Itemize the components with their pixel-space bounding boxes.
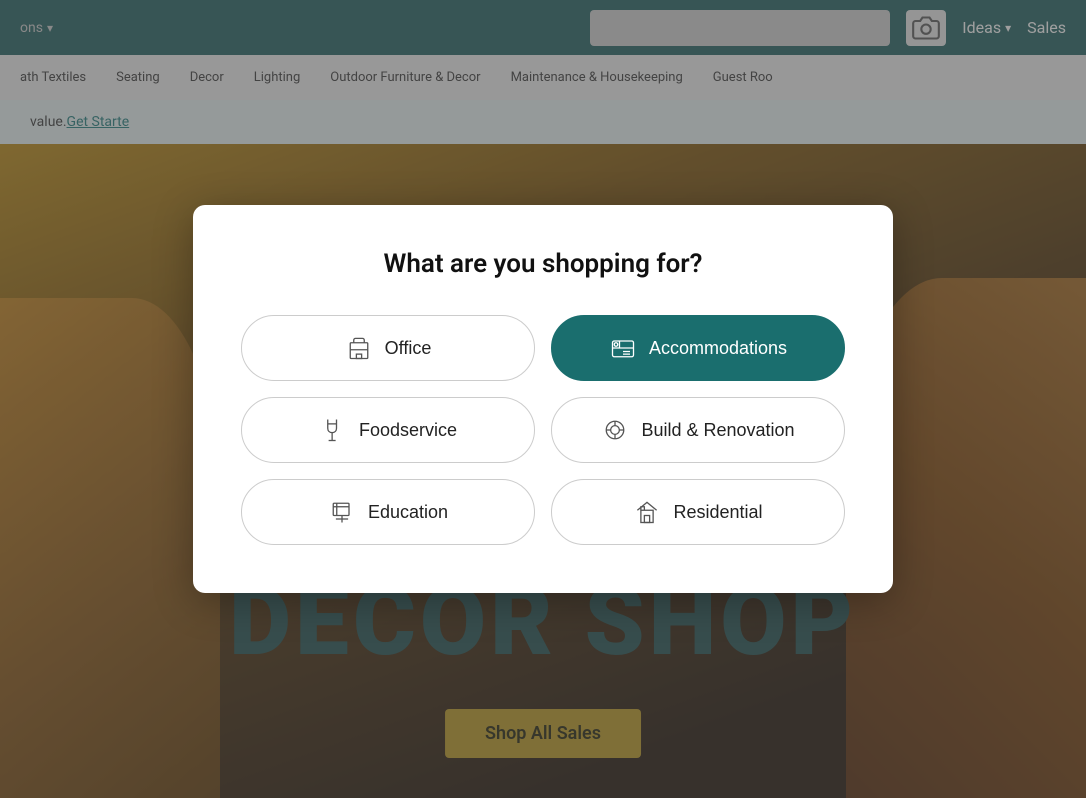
option-build-renovation-label: Build & Renovation [641,420,794,441]
option-education[interactable]: Education [241,479,535,545]
option-build-renovation[interactable]: Build & Renovation [551,397,845,463]
option-foodservice[interactable]: Foodservice [241,397,535,463]
education-icon [328,498,356,526]
option-office[interactable]: Office [241,315,535,381]
office-icon [345,334,373,362]
option-residential-label: Residential [673,502,762,523]
option-education-label: Education [368,502,448,523]
shopping-modal: What are you shopping for? Office Accomm… [193,205,893,593]
accommodations-icon [609,334,637,362]
option-residential[interactable]: Residential [551,479,845,545]
option-accommodations[interactable]: Accommodations [551,315,845,381]
option-office-label: Office [385,338,432,359]
options-grid: Office Accommodations Foodservice [241,315,845,545]
residential-icon [633,498,661,526]
foodservice-icon [319,416,347,444]
option-foodservice-label: Foodservice [359,420,457,441]
option-accommodations-label: Accommodations [649,338,787,359]
modal-title: What are you shopping for? [241,249,845,279]
build-renovation-icon [601,416,629,444]
